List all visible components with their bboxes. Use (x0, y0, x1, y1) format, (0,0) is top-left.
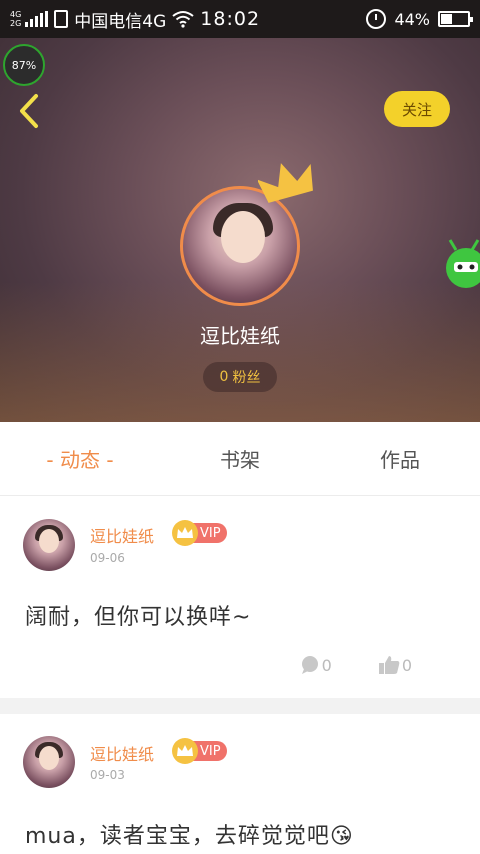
back-arrow-icon[interactable] (14, 92, 44, 130)
network-type: 4G 2G (10, 10, 21, 28)
post-actions: 0 0 (300, 655, 412, 675)
follow-button[interactable]: 关注 (384, 91, 450, 127)
network-bottom: 2G (10, 19, 22, 28)
post-avatar[interactable] (23, 736, 75, 788)
post-date: 09-03 (90, 768, 125, 782)
fans-label: 粉丝 (232, 370, 261, 386)
profile-header: 87% 关注 逗比娃纸 0 粉丝 (0, 38, 480, 422)
post-item[interactable]: 逗比娃纸 VIP 09-06 阔耐，但你可以换咩~ 0 0 (0, 497, 480, 698)
signal-icon (25, 11, 49, 27)
crown-icon (258, 163, 313, 203)
tab-bookshelf[interactable]: 书架 (160, 422, 320, 495)
profile-username: 逗比娃纸 (200, 324, 280, 348)
tab-works[interactable]: 作品 (320, 422, 480, 495)
floating-badge-value: 87% (11, 58, 37, 72)
vip-crown-icon (172, 520, 198, 546)
status-bar: 4G 2G 中国电信4G 18:02 44% (0, 0, 480, 38)
fans-badge[interactable]: 0 粉丝 (203, 362, 277, 392)
post-item[interactable]: 逗比娃纸 VIP 09-03 mua，读者宝宝，去碎觉觉吧😘 (0, 714, 480, 854)
battery-percent: 44% (394, 9, 430, 29)
follow-button-label: 关注 (401, 100, 432, 119)
network-top: 4G (10, 10, 22, 19)
profile-tabs: - 动态 - 书架 作品 (0, 422, 480, 496)
comment-count: 0 (321, 656, 332, 675)
vip-crown-icon (172, 738, 198, 764)
battery-fill (441, 14, 453, 24)
post-date: 09-06 (90, 551, 125, 565)
like-count: 0 (401, 656, 412, 675)
post-author[interactable]: 逗比娃纸 (90, 741, 154, 765)
post-content: mua，读者宝宝，去碎觉觉吧😘 (25, 824, 354, 849)
carrier-app-icon (54, 10, 69, 28)
battery-icon (438, 11, 473, 27)
thumbs-up-icon (378, 656, 400, 674)
fans-count: 0 (219, 369, 229, 385)
alarm-icon (366, 9, 387, 29)
like-button[interactable]: 0 (378, 655, 412, 675)
vip-badge: VIP (172, 738, 227, 764)
tab-activity[interactable]: - 动态 - (0, 422, 160, 495)
post-author[interactable]: 逗比娃纸 (90, 523, 154, 547)
post-divider (0, 698, 480, 714)
clock-time: 18:02 (200, 8, 261, 30)
comment-icon (301, 656, 318, 674)
comment-button[interactable]: 0 (300, 655, 332, 675)
post-avatar[interactable] (23, 519, 75, 571)
post-content: 阔耐，但你可以换咩~ (25, 605, 252, 630)
wifi-icon (172, 11, 194, 28)
floating-speed-badge[interactable]: 87% (3, 44, 45, 86)
vip-badge: VIP (172, 520, 227, 546)
carrier-name: 中国电信4G (74, 11, 167, 32)
mascot-icon[interactable] (442, 238, 480, 290)
